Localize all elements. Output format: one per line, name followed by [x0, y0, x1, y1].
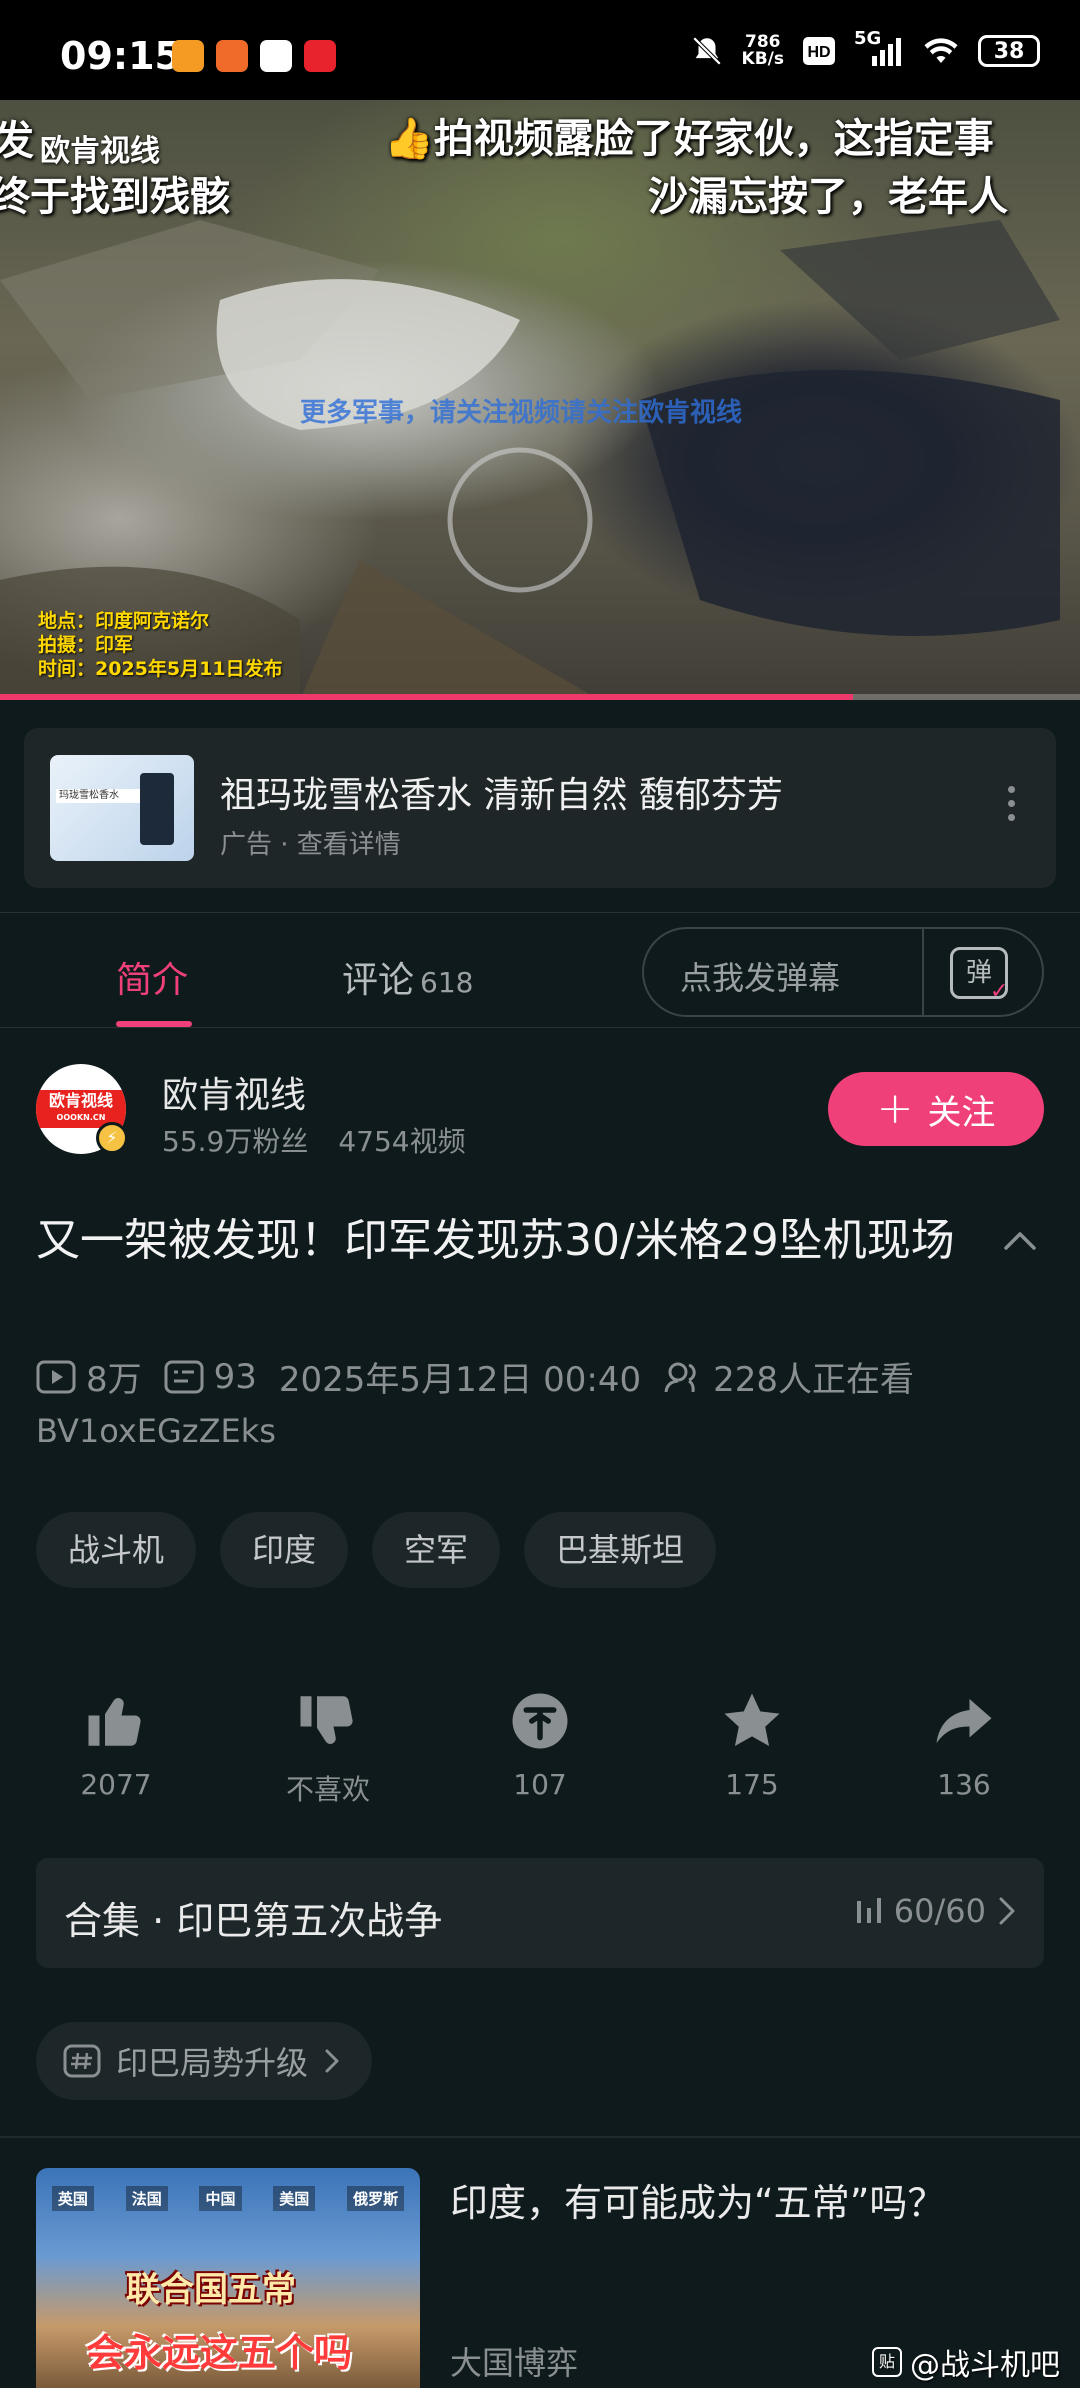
video-danmaku-comment: 沙漏忘按了，老年人	[648, 174, 1008, 220]
svg-text:HD: HD	[807, 44, 830, 61]
video-caption: 发	[0, 118, 34, 164]
watching-count: 228人正在看	[713, 1360, 915, 1400]
publish-date: 2025年5月12日 00:40	[278, 1360, 642, 1400]
mute-bell-icon	[692, 36, 721, 66]
video-progress-bar[interactable]	[0, 694, 1080, 700]
video-shot-by-label: 拍摄：印军	[38, 634, 134, 656]
status-indicators: 786 KB/s HD 5G 38	[690, 28, 1040, 69]
danmaku-count: 93	[213, 1356, 257, 1397]
danmaku-divider	[922, 929, 924, 1015]
share-count: 136	[937, 1768, 991, 1801]
ad-subtitle[interactable]: 广告 · 查看详情	[220, 824, 401, 861]
collection-progress: 60/60	[854, 1892, 1018, 1930]
recommended-video-title[interactable]: 印度，有可能成为“五常”吗？	[450, 2172, 945, 2227]
video-date-label: 时间：2025年5月11日发布	[38, 658, 283, 680]
more-options-icon[interactable]	[1006, 786, 1016, 821]
play-count-icon	[36, 1360, 76, 1393]
video-player[interactable]: 发 欧肯视线 终于找到残骸 👍拍视频露脸了好家伙，这指定事 沙漏忘按了，老年人 …	[0, 100, 1080, 700]
notification-app-icon	[304, 40, 336, 72]
topic-chip[interactable]: 印巴局势升级	[36, 2022, 373, 2100]
tieba-icon: 贴	[872, 2347, 902, 2377]
tag-chip[interactable]: 战斗机	[36, 1512, 197, 1588]
favorite-button[interactable]: 175	[672, 1688, 832, 1808]
network-speed: 786 KB/s	[741, 32, 784, 69]
chevron-up-icon[interactable]	[1000, 1222, 1040, 1262]
collection-card[interactable]: 合集 · 印巴第五次战争 60/60	[36, 1858, 1044, 1968]
thumbs-up-icon	[88, 1698, 141, 1746]
video-bvid: BV1oxEGzZEks	[36, 1412, 276, 1450]
recommended-video-thumbnail[interactable]: 英国 法国 中国 美国 俄罗斯 联合国五常 会永远这五个吗	[36, 2168, 420, 2388]
detail-tabs: 简介 评论 618 点我发弹幕 弹 ✓	[0, 912, 1080, 1028]
tag-chip[interactable]: 巴基斯坦	[524, 1512, 717, 1588]
ad-thumbnail: 玛珑雪松香水	[50, 755, 194, 861]
video-danmaku-comment: 👍拍视频露脸了好家伙，这指定事	[384, 116, 994, 162]
check-icon: ✓	[990, 979, 1009, 1004]
share-arrow-icon	[936, 1699, 992, 1743]
tag-chip[interactable]: 印度	[220, 1512, 349, 1588]
ad-card[interactable]: 玛珑雪松香水 祖玛珑雪松香水 清新自然 馥郁芬芳 广告 · 查看详情	[24, 728, 1056, 888]
thumbs-down-icon	[300, 1696, 353, 1744]
coin-button[interactable]: 107	[460, 1688, 620, 1808]
status-app-icons	[172, 40, 336, 72]
author-stats: 55.9万粉丝 4754视频	[162, 1120, 466, 1160]
source-watermark: 贴 @战斗机吧	[872, 2340, 1060, 2384]
tag-list: 战斗机 印度 空军 巴基斯坦	[36, 1512, 717, 1588]
notification-app-icon	[216, 40, 248, 72]
author-fans: 55.9万粉丝	[162, 1125, 309, 1158]
thumbnail-overlay-text: 会永远这五个吗	[86, 2331, 353, 2375]
tab-intro[interactable]: 简介	[116, 951, 188, 1003]
lightning-badge-icon: ⚡	[96, 1122, 128, 1154]
share-button[interactable]: 136	[884, 1688, 1044, 1808]
flag-labels: 英国 法国 中国 美国 俄罗斯	[36, 2186, 420, 2211]
tag-chip[interactable]: 空军	[372, 1512, 501, 1588]
dislike-button[interactable]: 不喜欢	[248, 1688, 408, 1808]
tab-comments[interactable]: 评论 618	[342, 951, 473, 1003]
ad-title: 祖玛珑雪松香水 清新自然 馥郁芬芳	[220, 775, 783, 816]
chevron-right-icon	[325, 2049, 339, 2073]
notification-app-icon	[172, 40, 204, 72]
danmaku-input[interactable]: 点我发弹幕 弹 ✓	[642, 927, 1044, 1017]
coin-count: 107	[513, 1768, 567, 1801]
hashtag-icon	[63, 2044, 101, 2078]
like-count: 2077	[80, 1768, 152, 1801]
like-button[interactable]: 2077	[36, 1688, 196, 1808]
notification-app-icon	[260, 40, 292, 72]
author-name[interactable]: 欧肯视线	[162, 1066, 306, 1118]
chevron-right-icon	[999, 1897, 1015, 1925]
wifi-icon	[924, 38, 958, 63]
danmaku-placeholder[interactable]: 点我发弹幕	[680, 953, 840, 999]
comments-count: 618	[420, 966, 474, 999]
section-divider	[0, 2136, 1080, 2138]
star-icon	[724, 1693, 780, 1747]
topic-label: 印巴局势升级	[116, 2044, 309, 2082]
status-time: 09:15	[60, 34, 181, 78]
video-stats: 8万 93 2025年5月12日 00:40 228人正在看	[36, 1352, 914, 1401]
battery-indicator: 38	[978, 35, 1040, 67]
coin-icon	[512, 1693, 568, 1749]
favorite-count: 175	[725, 1768, 779, 1801]
signal-icon: 5G	[854, 28, 904, 68]
follow-button[interactable]: + 关注	[828, 1072, 1044, 1146]
status-bar: 09:15 786 KB/s HD 5G 38	[0, 0, 1080, 100]
plus-icon: +	[876, 1083, 914, 1134]
author-video-count: 4754视频	[338, 1125, 466, 1158]
video-title: 又一架被发现！印军发现苏30/米格29坠机现场	[36, 1215, 955, 1266]
video-location-label: 地点：印度阿克诺尔	[38, 610, 210, 632]
perfume-bottle-image	[140, 773, 174, 845]
collection-title: 合集 · 印巴第五次战争	[64, 1899, 443, 1943]
video-center-watermark: 更多军事，请关注视频请关注欧肯视线	[300, 398, 743, 428]
danmaku-count-icon	[164, 1360, 204, 1393]
thumbnail-overlay-text: 联合国五常	[126, 2270, 296, 2310]
tab-active-indicator	[116, 1021, 192, 1027]
view-count: 8万	[86, 1360, 142, 1400]
dislike-label: 不喜欢	[285, 1773, 370, 1806]
watching-people-icon	[664, 1362, 696, 1392]
playlist-bars-icon	[856, 1898, 881, 1923]
video-caption: 终于找到残骸	[0, 174, 230, 220]
recommended-video-author[interactable]: 大国博弈	[450, 2338, 578, 2384]
video-progress-fill	[0, 694, 854, 700]
hd-icon: HD	[803, 37, 835, 65]
action-bar: 2077 不喜欢 107 175 136	[36, 1688, 1044, 1808]
